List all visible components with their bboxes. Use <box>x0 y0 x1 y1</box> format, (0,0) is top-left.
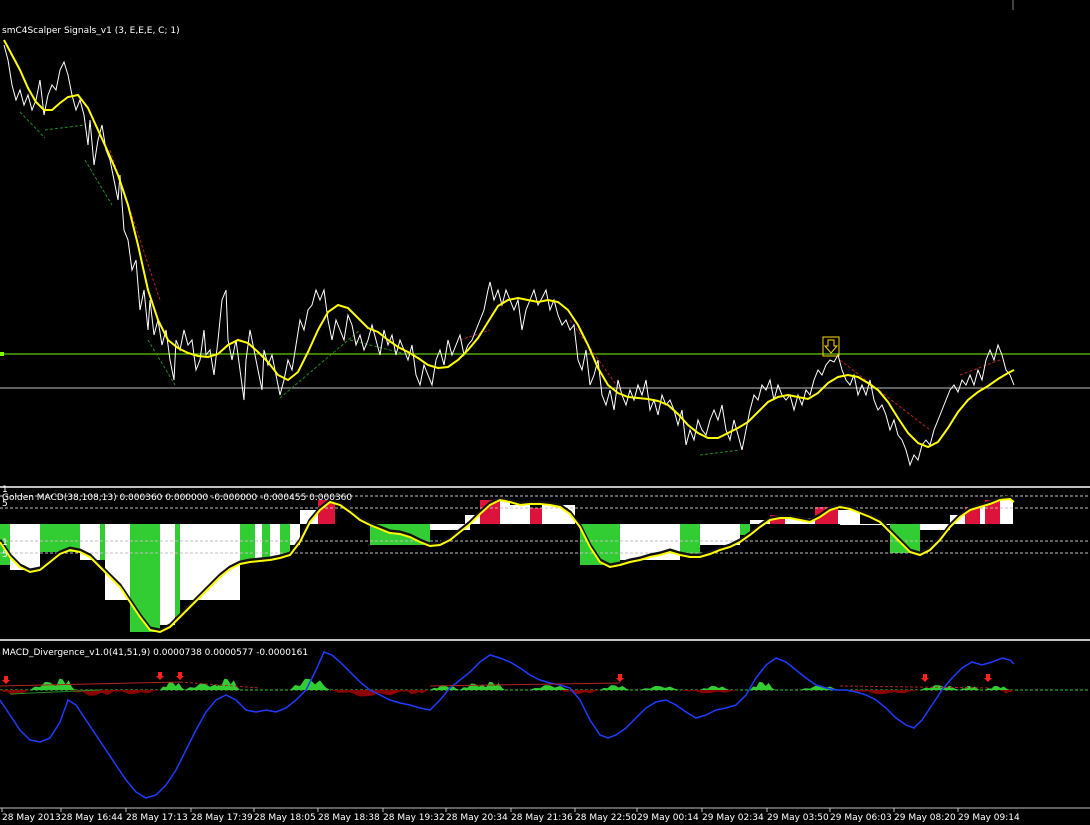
macd-level-label-3: 1 <box>2 538 8 548</box>
macd-indicator-label: Golden MACD(38,108,13) 0.000360 0.000000… <box>2 493 352 503</box>
time-tick-label: 28 May 22:50 <box>575 813 637 823</box>
div-hist-area <box>560 690 600 695</box>
div-hist-area <box>215 678 240 690</box>
macd-hist-bar <box>280 524 290 555</box>
time-tick-label: 28 May 2013 <box>2 813 61 823</box>
macd-level-label-4: 5 <box>2 550 8 560</box>
div-red-arrow-icon <box>921 674 929 682</box>
macd-hist-bar <box>240 524 255 562</box>
macd-hist-bar <box>262 524 270 560</box>
macd-hist-bar <box>1000 498 1013 524</box>
div-red-arrow-icon <box>616 674 624 682</box>
macd-hist-bar <box>100 524 105 560</box>
divergence-indicator-label: MACD_Divergence_v1.0(41,51,9) 0.0000738 … <box>2 648 308 658</box>
macd-hist-bar <box>500 500 510 524</box>
divergence-blue-line <box>0 651 1015 799</box>
div-hist-area <box>400 690 430 695</box>
golden-macd-panel[interactable]: Golden MACD(38,108,13) 0.000360 0.000000… <box>0 485 1090 634</box>
time-axis: 28 May 2013 28 May 16:44 28 May 17:13 28 Ma… <box>1 808 1020 823</box>
main-indicator-label: smC4Scalper Signals_v1 (3, E,E,E, C; 1) <box>2 26 180 36</box>
div-hist-area <box>110 690 160 695</box>
macd-hist-bar <box>130 524 160 632</box>
time-tick-label: 28 May 18:05 <box>254 813 316 823</box>
main-price-panel[interactable]: smC4Scalper Signals_v1 (3, E,E,E, C; 1) <box>0 26 1090 467</box>
macd-hist-bar <box>530 508 542 524</box>
main-divergence-lines <box>19 111 1001 456</box>
time-tick-label: 28 May 19:32 <box>383 813 445 823</box>
macd-hist-bar <box>255 524 262 560</box>
macd-hist-bar <box>105 524 130 600</box>
chart-window[interactable]: smC4Scalper Signals_v1 (3, E,E,E, C; 1) <box>0 0 1090 825</box>
time-tick-label: 29 May 03:50 <box>767 813 829 823</box>
div-red-arrow-icon <box>156 672 164 680</box>
time-tick-label: 29 May 02:34 <box>702 813 764 823</box>
macd-histogram <box>0 498 1013 632</box>
time-tick-label: 28 May 16:44 <box>61 813 123 823</box>
div-hist-area <box>160 681 185 690</box>
macd-divergence-panel[interactable]: MACD_Divergence_v1.0(41,51,9) 0.0000738 … <box>0 648 1090 799</box>
time-tick-label: 28 May 17:13 <box>126 813 188 823</box>
div-red-arrow-icon <box>984 674 992 682</box>
macd-hist-bar <box>180 524 240 600</box>
macd-hist-bar <box>175 524 180 617</box>
down-arrow-signal-icon[interactable] <box>822 336 840 357</box>
macd-hist-bar <box>680 524 700 555</box>
div-hist-area <box>600 685 630 690</box>
time-tick-label: 29 May 08:20 <box>894 813 956 823</box>
div-red-arrow-icon <box>176 672 184 680</box>
price-line <box>3 44 1015 467</box>
div-hist-area <box>985 685 1010 690</box>
time-tick-label: 29 May 09:14 <box>958 813 1020 823</box>
div-hist-area <box>330 690 410 697</box>
time-tick-label: 29 May 00:14 <box>637 813 699 823</box>
time-tick-label: 28 May 18:38 <box>318 813 380 823</box>
div-hist-area <box>1000 690 1014 694</box>
level-handle[interactable] <box>0 352 4 356</box>
macd-hist-bar <box>890 524 920 553</box>
time-tick-label: 29 May 06:03 <box>830 813 892 823</box>
div-red-arrow-icon <box>2 676 10 684</box>
time-tick-label: 28 May 17:39 <box>191 813 253 823</box>
div-hist-area <box>680 690 740 694</box>
macd-hist-bar <box>160 524 175 625</box>
macd-hist-bar <box>10 524 40 570</box>
macd-level-label-2: 5 <box>2 499 8 509</box>
div-hist-area <box>700 685 730 690</box>
time-tick-label: 28 May 20:34 <box>446 813 508 823</box>
time-tick-label: 28 May 21:36 <box>511 813 573 823</box>
macd-level-label-1: 1 <box>2 485 8 495</box>
div-hist-area <box>640 685 680 690</box>
